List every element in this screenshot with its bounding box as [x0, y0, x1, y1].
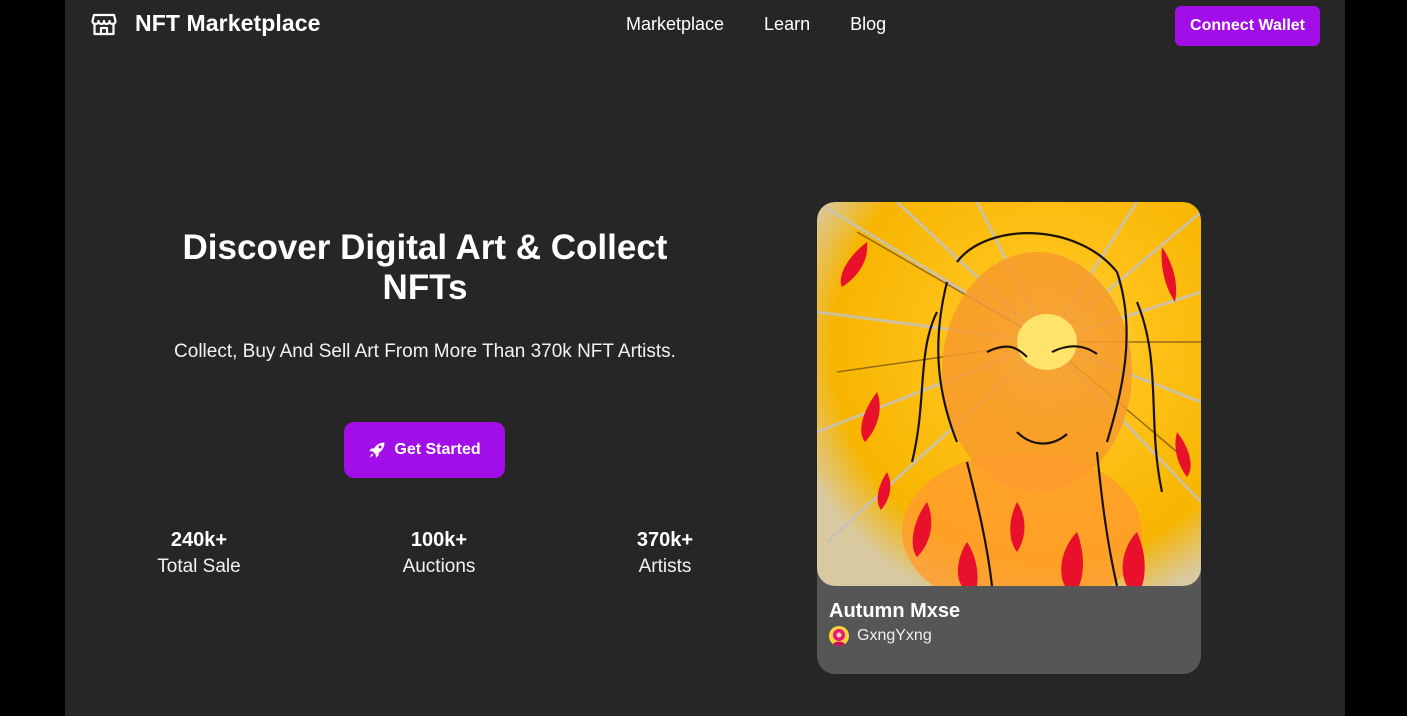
nav-link-blog[interactable]: Blog: [850, 14, 886, 35]
hero-subtitle: Collect, Buy And Sell Art From More Than…: [174, 341, 676, 362]
get-started-label: Get Started: [394, 441, 481, 458]
featured-nft-card[interactable]: Autumn Mxse GxngYxng: [817, 202, 1201, 674]
stat-artists: 370k+ Artists: [585, 527, 745, 581]
get-started-button[interactable]: Get Started: [344, 422, 505, 478]
nav-link-marketplace[interactable]: Marketplace: [626, 14, 724, 35]
stat-value: 370k+: [636, 529, 694, 551]
stat-total-sale: 240k+ Total Sale: [119, 527, 279, 581]
navbar: NFT Marketplace Marketplace Learn Blog C…: [65, 0, 1345, 52]
nft-artwork-image: [817, 202, 1201, 586]
brand-name: NFT Marketplace: [135, 10, 321, 36]
stat-value: 240k+: [170, 529, 228, 551]
stat-label: Auctions: [402, 556, 476, 577]
page: NFT Marketplace Marketplace Learn Blog C…: [65, 0, 1345, 716]
storefront-icon: [91, 11, 117, 37]
brand-link[interactable]: NFT Marketplace: [91, 10, 321, 37]
nft-artist[interactable]: GxngYxng: [829, 626, 932, 646]
stat-auctions: 100k+ Auctions: [359, 527, 519, 581]
artist-name: GxngYxng: [857, 627, 932, 644]
connect-wallet-button[interactable]: Connect Wallet: [1175, 6, 1320, 46]
artist-avatar: [829, 626, 849, 646]
nav-link-learn[interactable]: Learn: [764, 14, 810, 35]
stat-label: Artists: [638, 556, 692, 577]
nft-title: Autumn Mxse: [829, 600, 961, 622]
stat-label: Total Sale: [157, 556, 241, 577]
stat-value: 100k+: [410, 529, 468, 551]
hero-title: Discover Digital Art & Collect NFTs: [182, 228, 668, 307]
rocket-icon: [368, 441, 386, 459]
nav-links: Marketplace Learn Blog: [626, 14, 886, 35]
